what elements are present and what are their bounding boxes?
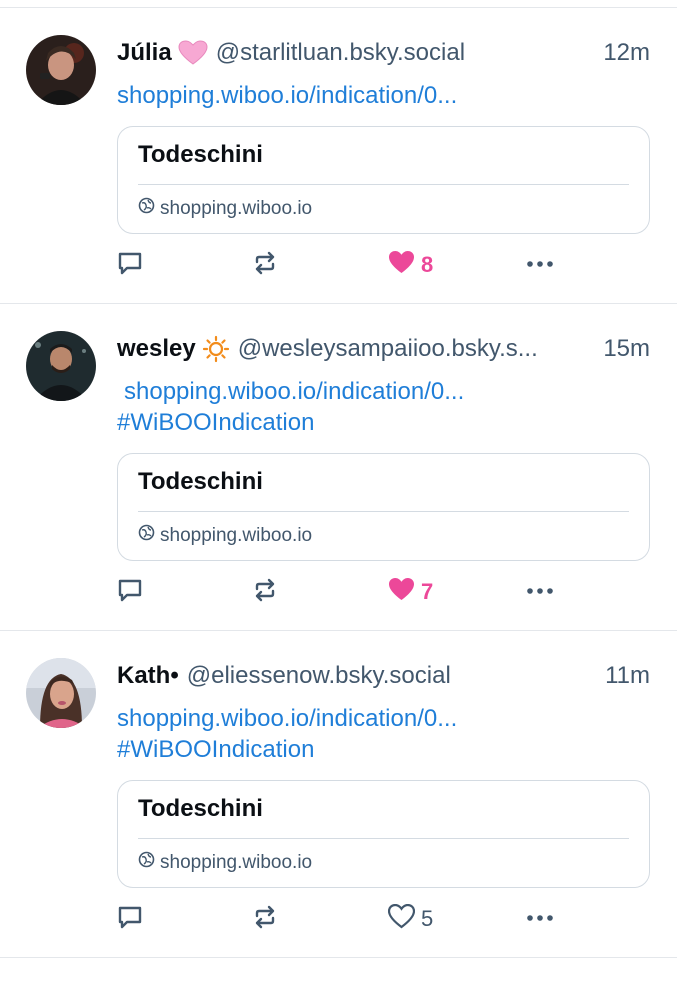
more-icon: [525, 910, 555, 928]
card-divider: [138, 511, 629, 512]
reply-icon: [117, 577, 143, 608]
timestamp[interactable]: 11m: [605, 662, 650, 690]
globe-icon: [138, 851, 160, 874]
like-button[interactable]: 5: [387, 902, 434, 936]
card-domain: shopping.wiboo.io: [138, 524, 312, 547]
heart-icon: [387, 903, 416, 934]
like-button[interactable]: 7: [388, 575, 433, 609]
more-button[interactable]: [525, 902, 555, 936]
display-name[interactable]: Kath•: [117, 662, 179, 690]
handle[interactable]: @starlitluan.bsky.social: [216, 39, 594, 67]
timestamp[interactable]: 15m: [603, 335, 650, 363]
post-link[interactable]: shopping.wiboo.io/indication/0...: [117, 80, 650, 111]
display-name[interactable]: Júlia: [117, 39, 172, 67]
more-button[interactable]: [525, 575, 555, 609]
repost-icon: [252, 904, 278, 935]
heart-icon: [388, 577, 415, 607]
globe-icon: [138, 197, 160, 220]
feed-post[interactable]: Kath• @eliessenow.bsky.social 11m shoppi…: [0, 631, 677, 958]
heart-icon: [388, 250, 415, 280]
reply-icon: [117, 904, 143, 935]
post-actions: 5: [117, 902, 650, 936]
post-actions: 7: [117, 575, 650, 609]
like-button[interactable]: 8: [388, 248, 433, 282]
post-text: shopping.wiboo.io/indication/0... #WiBOO…: [117, 376, 650, 438]
post-header: Kath• @eliessenow.bsky.social 11m: [117, 659, 650, 693]
handle[interactable]: @eliessenow.bsky.social: [187, 662, 595, 690]
repost-icon: [252, 250, 278, 281]
card-domain-text: shopping.wiboo.io: [160, 851, 313, 873]
like-count: 7: [421, 579, 434, 604]
card-domain: shopping.wiboo.io: [138, 851, 312, 874]
repost-button[interactable]: [252, 248, 278, 282]
link-card[interactable]: Todeschini shopping.wiboo.io: [117, 126, 650, 234]
card-divider: [138, 184, 629, 185]
post-header: wesley @wesleysampaiioo.bsky.s... 15m: [117, 332, 650, 366]
hashtag-link[interactable]: #WiBOOIndication: [117, 734, 650, 765]
card-divider: [138, 838, 629, 839]
post-actions: 8: [117, 248, 650, 282]
post-text: shopping.wiboo.io/indication/0...: [117, 80, 650, 111]
reply-button[interactable]: [117, 902, 143, 936]
reply-button[interactable]: [117, 248, 143, 282]
reply-button[interactable]: [117, 575, 143, 609]
card-domain-text: shopping.wiboo.io: [160, 524, 313, 546]
feed-post[interactable]: Júlia @starlitluan.bsky.social 12m shopp…: [0, 8, 677, 304]
post-link[interactable]: shopping.wiboo.io/indication/0...: [117, 703, 650, 734]
avatar[interactable]: [26, 658, 96, 728]
more-icon: [525, 583, 555, 601]
reply-icon: [117, 250, 143, 281]
card-title: Todeschini: [138, 468, 263, 495]
handle[interactable]: @wesleysampaiioo.bsky.s...: [238, 335, 594, 363]
avatar[interactable]: [26, 35, 96, 105]
post-text: shopping.wiboo.io/indication/0... #WiBOO…: [117, 703, 650, 765]
feed-post[interactable]: wesley @wesleysampaiioo.bsky.s... 15m sh…: [0, 304, 677, 631]
display-name[interactable]: wesley: [117, 335, 196, 363]
pink-heart-icon: [178, 40, 208, 66]
post-header: Júlia @starlitluan.bsky.social 12m: [117, 36, 650, 70]
more-button[interactable]: [525, 248, 555, 282]
avatar[interactable]: [26, 331, 96, 401]
globe-icon: [138, 524, 160, 547]
card-domain-text: shopping.wiboo.io: [160, 197, 313, 219]
post-feed: Júlia @starlitluan.bsky.social 12m shopp…: [0, 7, 677, 958]
repost-button[interactable]: [252, 575, 278, 609]
like-count: 8: [421, 252, 434, 277]
repost-button[interactable]: [252, 902, 278, 936]
link-card[interactable]: Todeschini shopping.wiboo.io: [117, 453, 650, 561]
more-icon: [525, 256, 555, 274]
link-card[interactable]: Todeschini shopping.wiboo.io: [117, 780, 650, 888]
repost-icon: [252, 577, 278, 608]
like-count: 5: [421, 906, 434, 931]
post-link[interactable]: shopping.wiboo.io/indication/0...: [117, 376, 650, 407]
timestamp[interactable]: 12m: [603, 39, 650, 67]
hashtag-link[interactable]: #WiBOOIndication: [117, 407, 650, 438]
card-title: Todeschini: [138, 141, 263, 168]
card-title: Todeschini: [138, 795, 263, 822]
card-domain: shopping.wiboo.io: [138, 197, 312, 220]
sun-icon: [202, 335, 230, 363]
